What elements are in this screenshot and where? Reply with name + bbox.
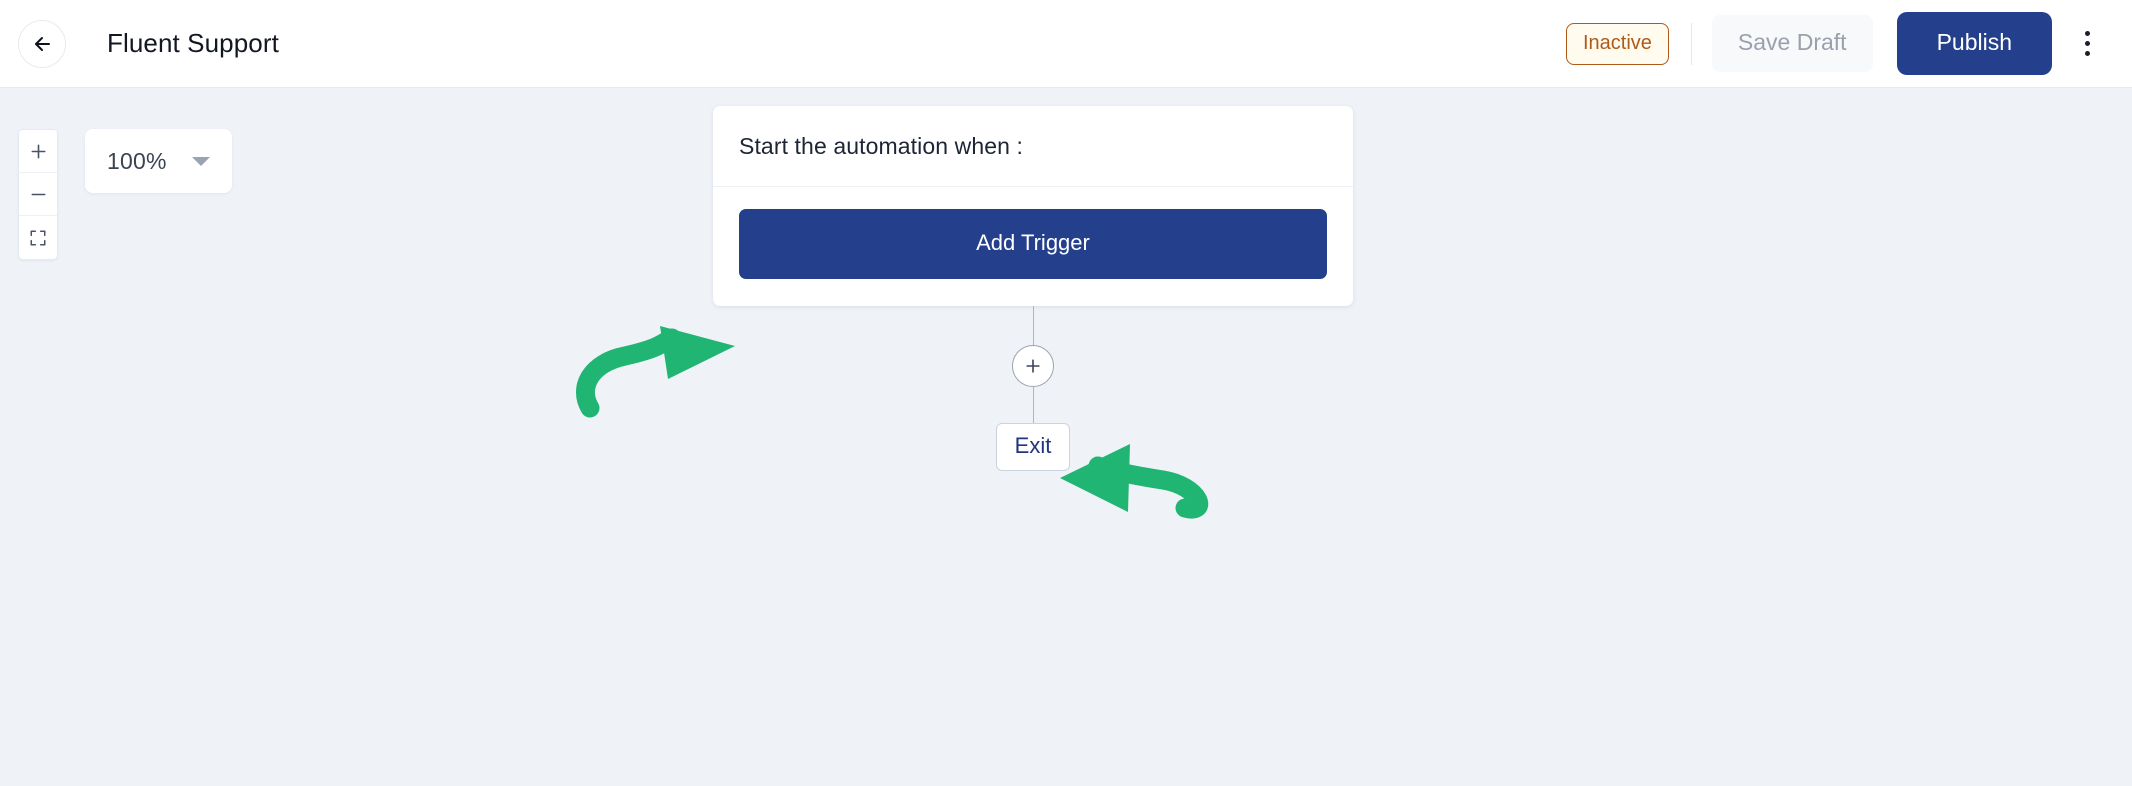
publish-button[interactable]: Publish — [1896, 12, 2052, 75]
header-left-group: Fluent Support — [18, 19, 279, 68]
plus-icon — [29, 142, 48, 161]
app-header: Fluent Support Inactive Save Draft Publi… — [0, 0, 2132, 88]
flow-canvas[interactable]: 100% Start the automation when : Add Tri… — [0, 88, 2132, 786]
automation-builder-app: Fluent Support Inactive Save Draft Publi… — [0, 0, 2132, 786]
fit-screen-icon — [29, 229, 47, 247]
save-draft-button[interactable]: Save Draft — [1711, 15, 1873, 72]
exit-node-button[interactable]: Exit — [995, 423, 1071, 471]
fit-view-button[interactable] — [19, 216, 57, 259]
automation-flow: Start the automation when : Add Trigger … — [713, 106, 1353, 471]
kebab-dot — [2084, 51, 2090, 56]
zoom-in-button[interactable] — [19, 130, 57, 173]
add-trigger-button[interactable]: Add Trigger — [739, 209, 1327, 279]
page-title: Fluent Support — [107, 28, 279, 58]
status-badge[interactable]: Inactive — [1565, 22, 1669, 65]
add-step-button[interactable] — [1012, 345, 1054, 387]
connector-line-lower — [1032, 387, 1034, 423]
back-button[interactable] — [18, 19, 66, 68]
zoom-level-value: 100% — [107, 147, 167, 174]
trigger-card-body: Add Trigger — [713, 187, 1353, 306]
arrow-left-icon — [30, 32, 54, 56]
chevron-down-icon — [192, 156, 210, 166]
trigger-card: Start the automation when : Add Trigger — [713, 106, 1353, 306]
zoom-level-select[interactable]: 100% — [85, 129, 232, 193]
header-actions-group: Inactive Save Draft Publish — [1565, 12, 2110, 75]
plus-icon — [1024, 357, 1042, 375]
kebab-dot — [2084, 31, 2090, 36]
trigger-card-title: Start the automation when : — [713, 106, 1353, 187]
header-divider — [1690, 22, 1692, 65]
zoom-out-button[interactable] — [19, 173, 57, 216]
minus-icon — [29, 185, 48, 204]
kebab-menu-icon[interactable] — [2064, 21, 2110, 67]
zoom-controls — [18, 129, 58, 260]
kebab-dot — [2084, 41, 2090, 46]
connector-line-upper — [1032, 306, 1034, 345]
